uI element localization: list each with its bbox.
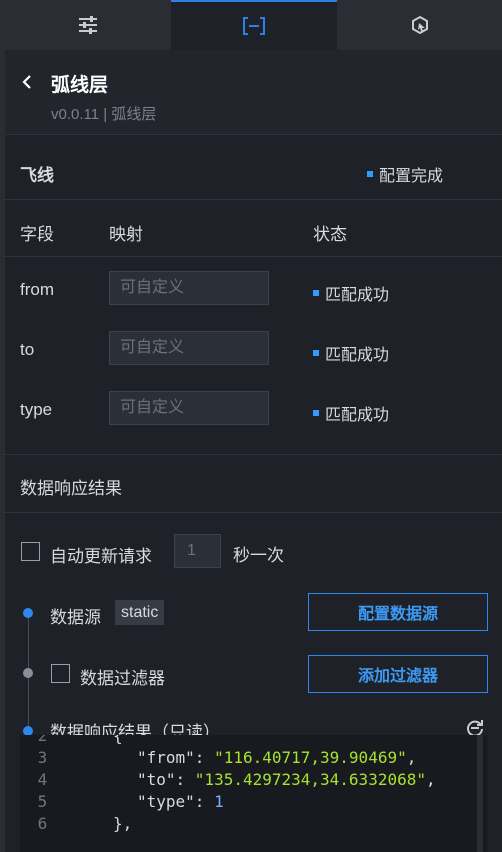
code-key: "type": [137, 792, 195, 811]
flyline-status: 配置完成: [367, 162, 443, 186]
line-number: 4: [37, 770, 48, 789]
field-name-type: type: [20, 400, 53, 419]
code-line: "type": 1: [137, 792, 224, 811]
code-punct: ,: [406, 748, 417, 767]
tab-bar: [5, 0, 502, 50]
field-status-from: 匹配成功: [313, 281, 389, 305]
auto-update-checkbox[interactable]: [21, 542, 40, 561]
tab-style[interactable]: [5, 0, 171, 50]
divider: [5, 199, 502, 200]
component-header: 弧线层 v0.0.11 | 弧线层: [5, 50, 502, 135]
filter-label: 数据过滤器: [80, 669, 165, 688]
tab-interaction[interactable]: [337, 0, 502, 50]
flyline-status-text: 配置完成: [379, 168, 444, 185]
line-number: 5: [37, 792, 48, 811]
code-number: 1: [214, 792, 224, 811]
line-number: 3: [37, 748, 48, 767]
status-dot-icon: [313, 290, 319, 296]
divider: [5, 256, 502, 257]
code-viewer[interactable]: 2 { 3 "from": "116.40717,39.90469", 4 "t…: [20, 735, 487, 852]
code-punct: ,: [425, 770, 436, 789]
field-status-to: 匹配成功: [313, 341, 389, 365]
filter-checkbox[interactable]: [51, 664, 70, 683]
mapping-input-type[interactable]: 可自定义: [109, 391, 269, 425]
divider: [5, 454, 502, 455]
code-key: "from": [137, 748, 195, 767]
field-status-text: 匹配成功: [325, 287, 390, 304]
interaction-icon: [411, 15, 428, 35]
code-line: "from": "116.40717,39.90469",: [137, 748, 417, 767]
header-mapping: 映射: [109, 225, 143, 244]
interval-input[interactable]: 1: [174, 534, 221, 568]
field-status-type: 匹配成功: [313, 401, 389, 425]
version-label: v0.0.11 | 弧线层: [51, 106, 157, 123]
mapping-input-to[interactable]: 可自定义: [109, 331, 269, 365]
code-string: "135.4297234,34.6332068": [194, 770, 426, 789]
data-source-tag: static: [115, 600, 165, 625]
code-string: "116.40717,39.90469": [214, 748, 407, 767]
back-arrow-icon[interactable]: [21, 74, 33, 90]
field-name-to: to: [20, 340, 35, 359]
mapping-input-from[interactable]: 可自定义: [109, 271, 269, 305]
sliders-icon: [79, 16, 97, 34]
timeline-dot: [23, 668, 33, 678]
bracket-data-icon: [243, 17, 265, 35]
line-number: 2: [37, 735, 48, 745]
status-dot-icon: [313, 350, 319, 356]
code-line: "to": "135.4297234,34.6332068",: [137, 770, 436, 789]
divider: [5, 512, 502, 513]
code-line: },: [113, 814, 133, 833]
add-filter-button[interactable]: 添加过滤器: [308, 655, 488, 693]
header-status: 状态: [313, 225, 347, 244]
tab-data[interactable]: [171, 0, 337, 50]
page-title: 弧线层: [51, 75, 109, 96]
interval-unit-label: 秒一次: [233, 546, 284, 565]
line-number: 6: [37, 814, 48, 833]
header-field: 字段: [20, 225, 54, 244]
configure-source-button[interactable]: 配置数据源: [308, 593, 488, 631]
field-status-text: 匹配成功: [325, 347, 390, 364]
data-source-label: 数据源: [50, 608, 101, 627]
code-scrollbar[interactable]: [477, 735, 483, 852]
code-key: "to": [137, 770, 176, 789]
timeline-dot: [23, 608, 33, 618]
auto-update-label: 自动更新请求: [50, 547, 152, 566]
field-status-text: 匹配成功: [325, 407, 390, 424]
flyline-label: 飞线: [20, 166, 54, 185]
response-section-title: 数据响应结果: [20, 479, 122, 498]
status-dot-icon: [313, 410, 319, 416]
code-line: {: [113, 735, 123, 745]
field-name-from: from: [20, 280, 54, 299]
status-dot-icon: [367, 171, 373, 177]
